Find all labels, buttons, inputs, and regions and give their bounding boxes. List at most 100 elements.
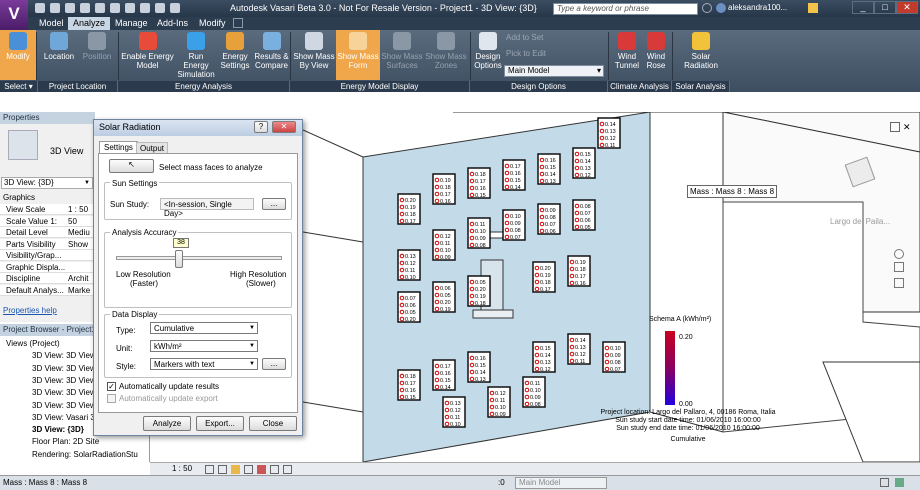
ribbon-button-12[interactable]: Wind Tunnel	[612, 30, 642, 80]
export-button[interactable]: Export...	[196, 416, 244, 431]
analyze-button[interactable]: Analyze	[143, 416, 191, 431]
property-row[interactable]: View Scale 1 : 50	[0, 204, 95, 215]
pan-icon[interactable]	[894, 278, 904, 288]
app-logo-button[interactable]: V	[0, 0, 28, 30]
radiation-marker-value: 0.13	[405, 254, 416, 260]
ribbon-button-2[interactable]: Position	[80, 30, 114, 80]
browser-item[interactable]: Floor Plan: 2D Site	[32, 436, 182, 448]
select-faces-button[interactable]: ↖	[109, 159, 154, 173]
add-to-set-label: Add to Set	[506, 33, 544, 42]
type-select[interactable]: Cumulative	[150, 322, 258, 334]
maximize-button[interactable]: □	[874, 1, 896, 14]
group-select[interactable]: Select ▾	[0, 81, 38, 92]
ribbon-button-3[interactable]: Enable Energy Model	[120, 30, 175, 80]
save-icon[interactable]	[50, 3, 60, 13]
ribbon-button-5[interactable]: Energy Settings	[218, 30, 252, 80]
ribbon-button-7[interactable]: Show Mass By View	[292, 30, 336, 80]
property-row[interactable]: Visibility/Grap...	[0, 250, 95, 261]
sync-icon[interactable]	[155, 3, 165, 13]
redo-icon[interactable]	[80, 3, 90, 13]
unit-select[interactable]: kWh/m²	[150, 340, 258, 352]
print-icon[interactable]	[95, 3, 105, 13]
measure-icon[interactable]	[110, 3, 120, 13]
ribbon-button-9[interactable]: Show Mass Surfaces	[380, 30, 424, 80]
property-value[interactable]: Mediu	[68, 227, 90, 238]
visual-style-icon[interactable]	[218, 465, 227, 474]
add-to-set-button[interactable]: Add to Set	[506, 33, 543, 42]
property-value[interactable]: 1 : 50	[68, 204, 88, 215]
undo-icon[interactable]	[65, 3, 75, 13]
steering-wheel-icon[interactable]	[894, 249, 904, 259]
crop-icon[interactable]	[270, 465, 279, 474]
property-row[interactable]: Default Analys... Marke	[0, 284, 95, 296]
detail-level-icon[interactable]	[205, 465, 214, 474]
ribbon-button-10[interactable]: Show Mass Zones	[424, 30, 468, 80]
property-value[interactable]: 50	[68, 216, 77, 227]
property-row[interactable]: Scale Value 1: 50	[0, 215, 95, 227]
ribbon-button-13[interactable]: Wind Rose	[642, 30, 670, 80]
close-button[interactable]: Close	[249, 416, 297, 431]
tab-settings-dialog[interactable]: Settings	[99, 141, 138, 153]
minimize-button[interactable]: _	[852, 1, 874, 14]
property-row[interactable]: Graphic Displa...	[0, 261, 95, 273]
text-icon[interactable]	[125, 3, 135, 13]
accuracy-slider-track[interactable]	[116, 256, 282, 260]
ribbon-button-11[interactable]: Design Options	[472, 30, 504, 80]
property-value[interactable]: Show	[68, 239, 88, 250]
view-scale[interactable]: 1 : 50	[172, 464, 192, 473]
tab-analyze[interactable]: Analyze	[68, 17, 111, 30]
render-icon[interactable]	[257, 465, 266, 474]
ribbon-button-1[interactable]: Location	[40, 30, 78, 80]
dialog-help-button[interactable]: ?	[254, 121, 268, 133]
browser-item[interactable]: Rendering: SolarRadiationStu	[32, 449, 182, 461]
accuracy-slider-thumb[interactable]	[175, 250, 184, 268]
help-icon[interactable]	[808, 3, 818, 13]
search-icon[interactable]	[702, 3, 712, 13]
tab-modify[interactable]: Modify	[194, 17, 231, 30]
ribbon-button-4[interactable]: Run Energy Simulation	[175, 30, 217, 80]
view-select[interactable]: 3D View: {3D} ▼	[1, 177, 93, 189]
3d-view-icon[interactable]	[140, 3, 150, 13]
radiation-marker-value: 0.10	[610, 346, 621, 352]
3d-viewport[interactable]: 0.20 0.19 0.18 0.17 0.19 0.18 0.17 0.16 0.18 0.17…	[303, 112, 920, 462]
close-hidden-icon[interactable]	[170, 3, 180, 13]
property-row[interactable]: Discipline Archit	[0, 273, 95, 284]
zoom-icon[interactable]	[894, 262, 904, 272]
close-window-button[interactable]: ✕	[896, 1, 918, 14]
ribbon-button-8[interactable]: Show Mass Form	[336, 30, 380, 80]
filter-icon[interactable]	[895, 478, 904, 487]
ribbon-button-0[interactable]: Modify	[0, 30, 36, 80]
dialog-close-x-button[interactable]: ✕	[272, 121, 296, 133]
tab-add-ins[interactable]: Add-Ins	[152, 17, 193, 30]
tab-model[interactable]: Model	[34, 17, 69, 30]
pick-to-edit-button[interactable]: Pick to Edit	[506, 49, 546, 58]
ribbon-toggle-icon[interactable]	[233, 18, 243, 28]
search-input[interactable]: Type a keyword or phrase	[553, 3, 698, 15]
ribbon-button-14[interactable]: Solar Radiation	[676, 30, 726, 80]
user-name[interactable]: aleksandra100...	[728, 3, 787, 12]
design-option-select[interactable]: Main Model ▾	[504, 65, 604, 77]
auto-export-checkbox[interactable]	[107, 394, 116, 403]
property-row[interactable]: Parts Visibility Show	[0, 238, 95, 250]
viewport-close-icon[interactable]: ✕	[903, 122, 911, 133]
sun-study-field[interactable]: <In-session, Single Day>	[160, 198, 254, 218]
open-icon[interactable]	[35, 3, 45, 13]
viewport-restore-icon[interactable]	[890, 122, 900, 132]
tab-manage[interactable]: Manage	[110, 17, 153, 30]
property-row[interactable]: Detail Level Mediu	[0, 227, 95, 238]
style-browse-button[interactable]: ...	[262, 358, 286, 370]
ribbon-button-6[interactable]: Results & Compare	[253, 30, 290, 80]
properties-help-link[interactable]: Properties help	[3, 306, 57, 315]
hide-icon[interactable]	[283, 465, 292, 474]
radiation-marker-value: 0.15	[475, 193, 486, 199]
editable-only-icon[interactable]	[880, 478, 889, 487]
style-select[interactable]: Markers with text	[150, 358, 258, 370]
active-design-option[interactable]: Main Model	[515, 477, 607, 489]
sun-path-icon[interactable]	[231, 465, 240, 474]
auto-update-checkbox[interactable]: ✓	[107, 382, 116, 391]
property-value[interactable]: Marke	[68, 285, 90, 296]
radiation-marker-value: 0.12	[575, 352, 586, 358]
property-value[interactable]: Archit	[68, 273, 88, 284]
sun-study-browse-button[interactable]: ...	[262, 198, 286, 210]
shadows-icon[interactable]	[244, 465, 253, 474]
